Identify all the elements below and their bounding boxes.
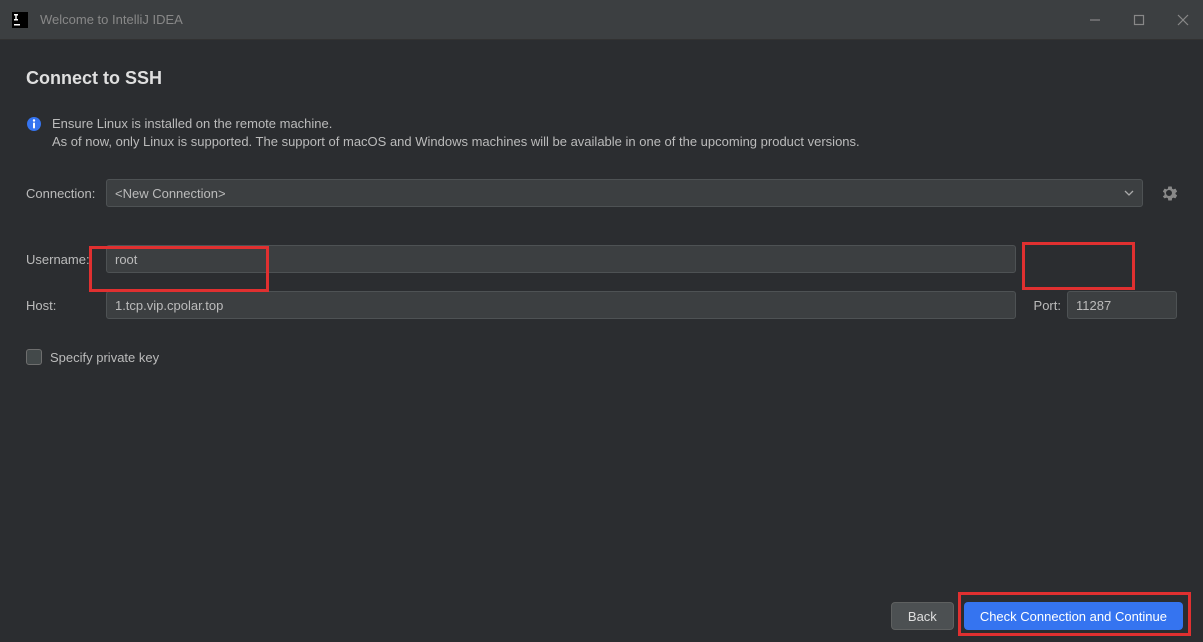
settings-button[interactable] bbox=[1161, 185, 1177, 201]
window-controls bbox=[1087, 12, 1191, 28]
host-input[interactable] bbox=[106, 291, 1016, 319]
connection-row: Connection: <New Connection> bbox=[26, 179, 1177, 207]
info-message: Ensure Linux is installed on the remote … bbox=[26, 115, 1177, 151]
info-icon bbox=[26, 116, 42, 132]
back-button[interactable]: Back bbox=[891, 602, 954, 630]
app-icon bbox=[12, 12, 28, 28]
username-row: Username: bbox=[26, 245, 1177, 273]
username-input[interactable] bbox=[106, 245, 1016, 273]
chevron-down-icon bbox=[1124, 186, 1134, 201]
gear-icon bbox=[1161, 185, 1177, 201]
minimize-button[interactable] bbox=[1087, 12, 1103, 28]
window-title: Welcome to IntelliJ IDEA bbox=[40, 12, 1087, 27]
username-label: Username: bbox=[26, 252, 106, 267]
main-content: Connect to SSH Ensure Linux is installed… bbox=[0, 40, 1203, 365]
titlebar: Welcome to IntelliJ IDEA bbox=[0, 0, 1203, 40]
specify-key-checkbox[interactable] bbox=[26, 349, 42, 365]
maximize-button[interactable] bbox=[1131, 12, 1147, 28]
port-input[interactable] bbox=[1067, 291, 1177, 319]
specify-key-label[interactable]: Specify private key bbox=[50, 350, 159, 365]
info-line2: As of now, only Linux is supported. The … bbox=[52, 133, 860, 151]
specify-key-row: Specify private key bbox=[26, 349, 1177, 365]
connection-select[interactable]: <New Connection> bbox=[106, 179, 1143, 207]
info-line1: Ensure Linux is installed on the remote … bbox=[52, 115, 860, 133]
connection-value: <New Connection> bbox=[115, 186, 226, 201]
port-label: Port: bbox=[1034, 298, 1061, 313]
connection-label: Connection: bbox=[26, 186, 106, 201]
footer: Back Check Connection and Continue bbox=[891, 602, 1183, 630]
page-title: Connect to SSH bbox=[26, 68, 1177, 89]
close-button[interactable] bbox=[1175, 12, 1191, 28]
info-text: Ensure Linux is installed on the remote … bbox=[52, 115, 860, 151]
continue-button[interactable]: Check Connection and Continue bbox=[964, 602, 1183, 630]
host-label: Host: bbox=[26, 298, 106, 313]
host-port-row: Host: Port: bbox=[26, 291, 1177, 319]
